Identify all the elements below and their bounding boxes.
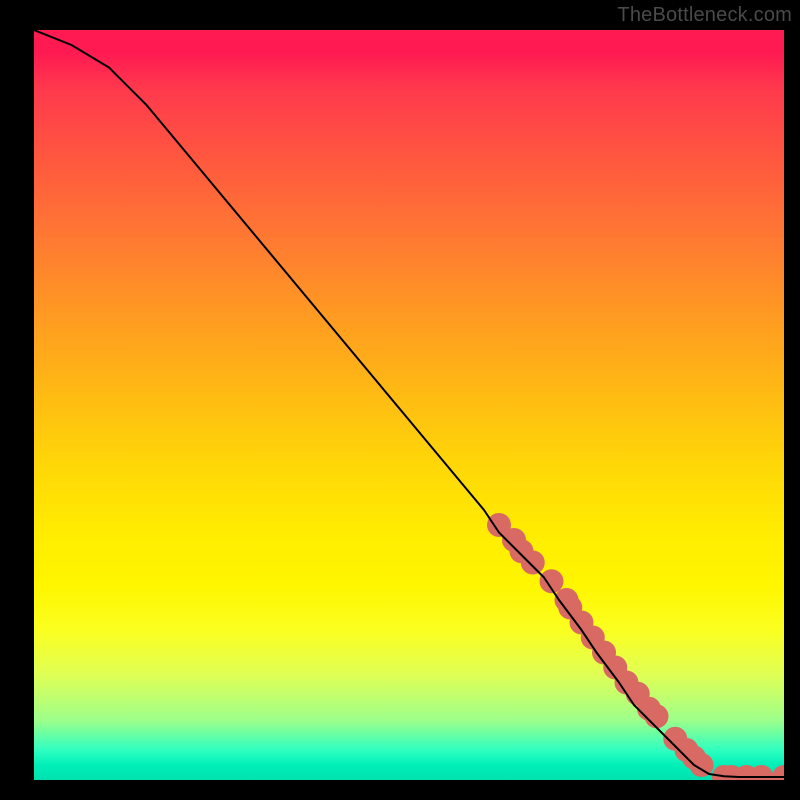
marker-dot [521, 551, 545, 575]
plot-area [34, 30, 784, 780]
watermark-text: TheBottleneck.com [617, 4, 792, 27]
markers-group [487, 513, 784, 780]
marker-dot [645, 704, 669, 728]
main-curve-line [34, 30, 784, 777]
chart-overlay [34, 30, 784, 780]
chart-stage: TheBottleneck.com [0, 0, 800, 800]
